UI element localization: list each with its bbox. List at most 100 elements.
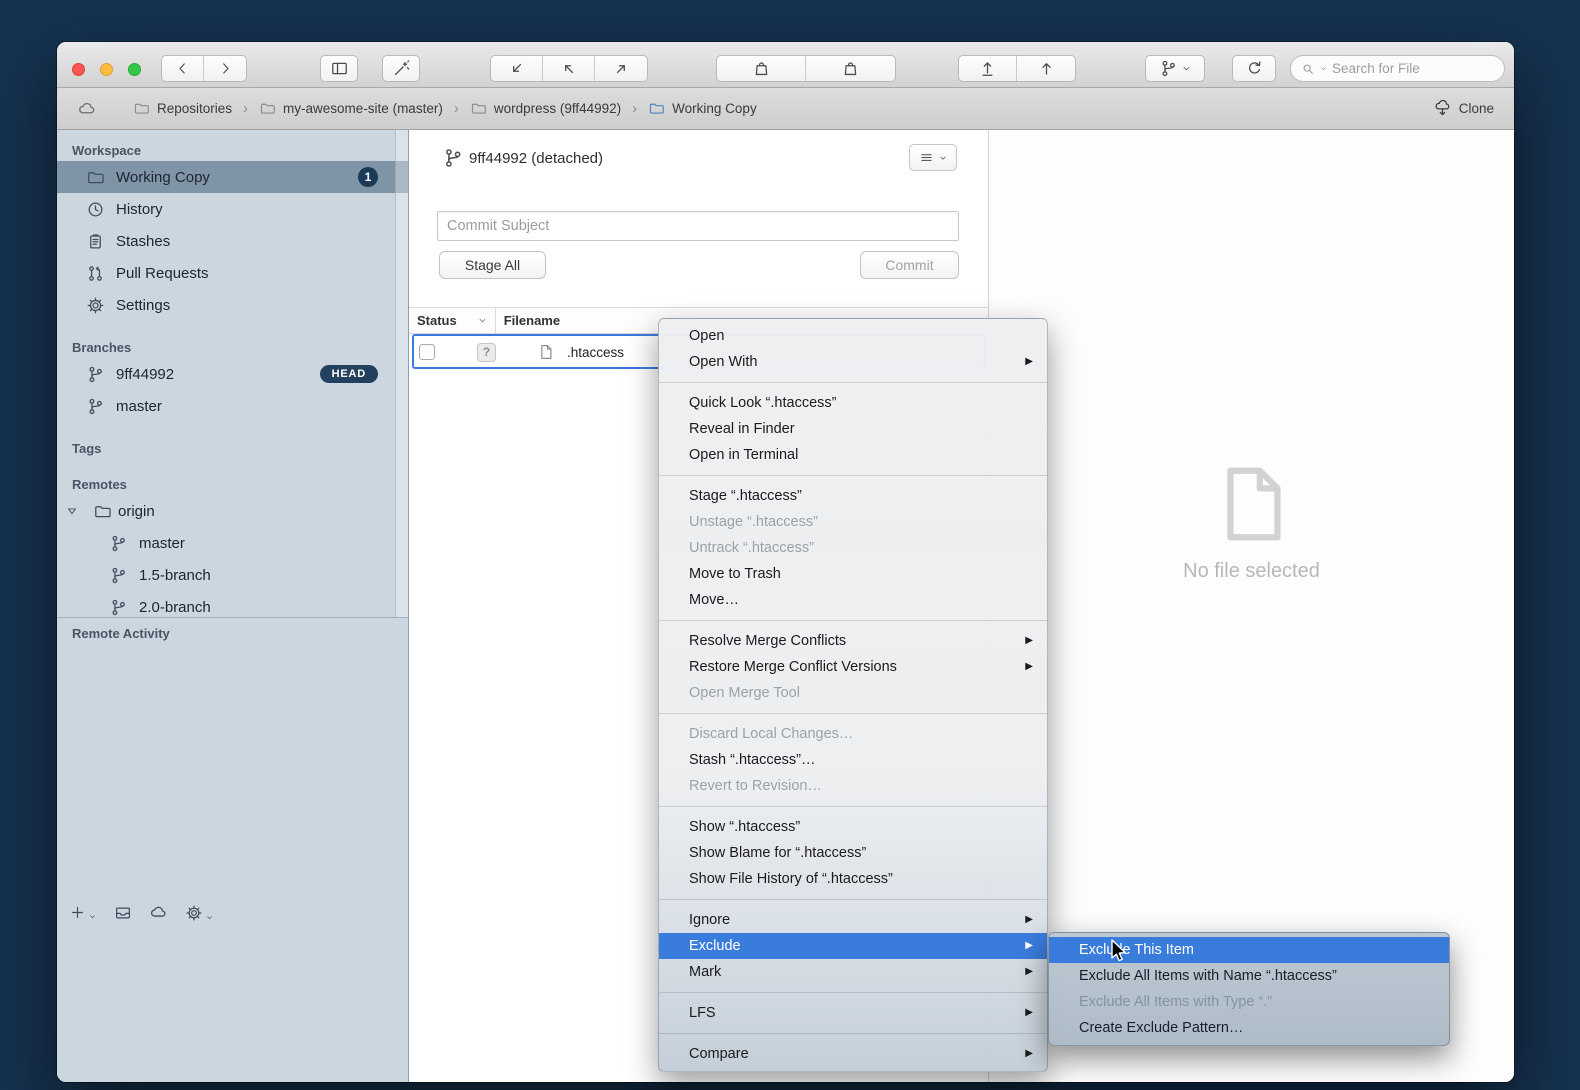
sidebar-item-origin-master[interactable]: master — [57, 527, 408, 559]
sidebar-settings-button[interactable] — [185, 904, 214, 922]
menu-item-open-with[interactable]: Open With — [659, 349, 1047, 375]
branch-dropdown-button[interactable] — [1145, 55, 1205, 82]
arrow-up-button[interactable] — [1017, 56, 1075, 81]
menu-item-compare[interactable]: Compare — [659, 1041, 1047, 1067]
sync-actions-group — [490, 55, 648, 82]
file-search-field[interactable] — [1290, 55, 1505, 82]
menu-item-ignore[interactable]: Ignore — [659, 907, 1047, 933]
menu-item-reveal-in-finder[interactable]: Reveal in Finder — [659, 416, 1047, 442]
menu-item-open[interactable]: Open — [659, 323, 1047, 349]
status-column-header[interactable]: Status — [417, 313, 457, 328]
breadcrumb-item-repo[interactable]: my-awesome-site (master) — [259, 100, 443, 117]
close-window-button[interactable] — [72, 63, 85, 76]
sidebar-item-settings[interactable]: Settings — [57, 289, 408, 321]
plus-icon — [69, 904, 86, 921]
menu-item-show-file[interactable]: Show “.htaccess” — [659, 814, 1047, 840]
gear-icon — [86, 296, 105, 315]
arrow-up-left-icon — [559, 59, 578, 78]
filename-label: .htaccess — [567, 345, 624, 360]
menu-separator — [659, 1033, 1047, 1034]
submenu-item-exclude-all-name[interactable]: Exclude All Items with Name “.htaccess” — [1049, 963, 1449, 989]
minimize-window-button[interactable] — [100, 63, 113, 76]
sidebar-item-origin-1-5-branch[interactable]: 1.5-branch — [57, 559, 408, 591]
menu-item-lfs[interactable]: LFS — [659, 1000, 1047, 1026]
commit-subject-input[interactable] — [437, 211, 959, 241]
actions-wand-button[interactable] — [382, 55, 420, 82]
workspace-section-header: Workspace — [57, 140, 408, 161]
stage-checkbox[interactable] — [419, 344, 435, 360]
layout-button[interactable] — [320, 55, 358, 82]
sidebar-item-remote-origin[interactable]: origin — [57, 495, 408, 527]
sidebar-item-label: origin — [118, 503, 408, 520]
sidebar-item-branch-9ff44992[interactable]: 9ff44992 HEAD — [57, 358, 408, 390]
breadcrumb-label: Working Copy — [672, 101, 757, 116]
cloud-button[interactable] — [149, 903, 168, 922]
clone-button[interactable]: Clone — [1433, 99, 1494, 118]
empty-file-icon — [1205, 452, 1299, 556]
menu-item-show-file-history[interactable]: Show File History of “.htaccess” — [659, 866, 1047, 892]
sort-chevron-icon[interactable] — [477, 315, 488, 326]
menu-item-restore-merge-conflict-versions[interactable]: Restore Merge Conflict Versions — [659, 654, 1047, 680]
chevron-right-icon — [217, 60, 234, 77]
commit-button[interactable]: Commit — [860, 251, 959, 279]
sidebar-item-label: 9ff44992 — [116, 366, 309, 383]
menu-item-move-to-trash[interactable]: Move to Trash — [659, 561, 1047, 587]
submenu-item-create-exclude-pattern[interactable]: Create Exclude Pattern… — [1049, 1015, 1449, 1041]
remote-activity-header: Remote Activity — [72, 626, 170, 641]
sidebar-item-label: Working Copy — [116, 169, 347, 186]
inbox-button[interactable] — [114, 904, 132, 922]
menu-item-quick-look[interactable]: Quick Look “.htaccess” — [659, 390, 1047, 416]
sidebar-scrollbar[interactable] — [395, 130, 408, 617]
arrow-up-left-button[interactable] — [543, 56, 595, 81]
filename-column-header[interactable]: Filename — [504, 313, 560, 328]
cloud-icon — [149, 903, 168, 922]
menu-item-stash-file[interactable]: Stash “.htaccess”… — [659, 747, 1047, 773]
forward-button[interactable] — [204, 56, 246, 81]
back-button[interactable] — [162, 56, 204, 81]
breadcrumb: Repositories my-awesome-site (master) wo… — [133, 100, 757, 117]
sidebar-item-branch-master[interactable]: master — [57, 390, 408, 422]
remote-folder-icon — [93, 502, 112, 521]
chevron-down-icon — [88, 912, 97, 921]
breadcrumb-item-repositories[interactable]: Repositories — [133, 100, 232, 117]
menu-item-mark[interactable]: Mark — [659, 959, 1047, 985]
menu-item-stage[interactable]: Stage “.htaccess” — [659, 483, 1047, 509]
menu-item-show-blame[interactable]: Show Blame for “.htaccess” — [659, 840, 1047, 866]
menu-item-resolve-merge-conflicts[interactable]: Resolve Merge Conflicts — [659, 628, 1047, 654]
head-badge: HEAD — [320, 365, 378, 383]
menu-item-open-in-terminal[interactable]: Open in Terminal — [659, 442, 1047, 468]
sidebar-item-pull-requests[interactable]: Pull Requests — [57, 257, 408, 289]
commit-label: Commit — [885, 257, 933, 273]
arrow-down-left-button[interactable] — [491, 56, 543, 81]
arrow-up-base-button[interactable] — [959, 56, 1017, 81]
menu-separator — [659, 620, 1047, 621]
arrow-up-right-button[interactable] — [595, 56, 647, 81]
add-button[interactable] — [69, 904, 97, 921]
disclosure-triangle-icon[interactable] — [65, 504, 79, 518]
menu-separator — [659, 382, 1047, 383]
sidebar-item-history[interactable]: History — [57, 193, 408, 225]
cloud-download-icon — [1433, 99, 1452, 118]
search-input[interactable] — [1332, 61, 1494, 76]
menu-item-untrack: Untrack “.htaccess” — [659, 535, 1047, 561]
sidebar-item-origin-2-0-branch[interactable]: 2.0-branch — [57, 591, 408, 617]
stage-all-button[interactable]: Stage All — [439, 251, 546, 279]
column-divider — [495, 308, 496, 333]
sidebar-toolbar — [69, 903, 214, 922]
chevron-down-icon — [938, 153, 948, 163]
sidebar-item-label: 2.0-branch — [139, 599, 408, 616]
menu-item-exclude[interactable]: Exclude — [659, 933, 1047, 959]
refresh-button[interactable] — [1232, 55, 1276, 82]
breadcrumb-item-working-copy[interactable]: Working Copy — [648, 100, 757, 117]
hamburger-icon — [919, 150, 934, 165]
current-ref-label: 9ff44992 (detached) — [469, 150, 603, 167]
unstash-button[interactable] — [806, 56, 895, 81]
magic-wand-icon — [392, 59, 411, 78]
stash-button[interactable] — [717, 56, 806, 81]
sidebar-item-working-copy[interactable]: Working Copy 1 — [57, 161, 408, 193]
zoom-window-button[interactable] — [128, 63, 141, 76]
breadcrumb-item-subrepo[interactable]: wordpress (9ff44992) — [470, 100, 621, 117]
list-options-button[interactable] — [909, 144, 957, 171]
sidebar-item-stashes[interactable]: Stashes — [57, 225, 408, 257]
menu-item-move[interactable]: Move… — [659, 587, 1047, 613]
